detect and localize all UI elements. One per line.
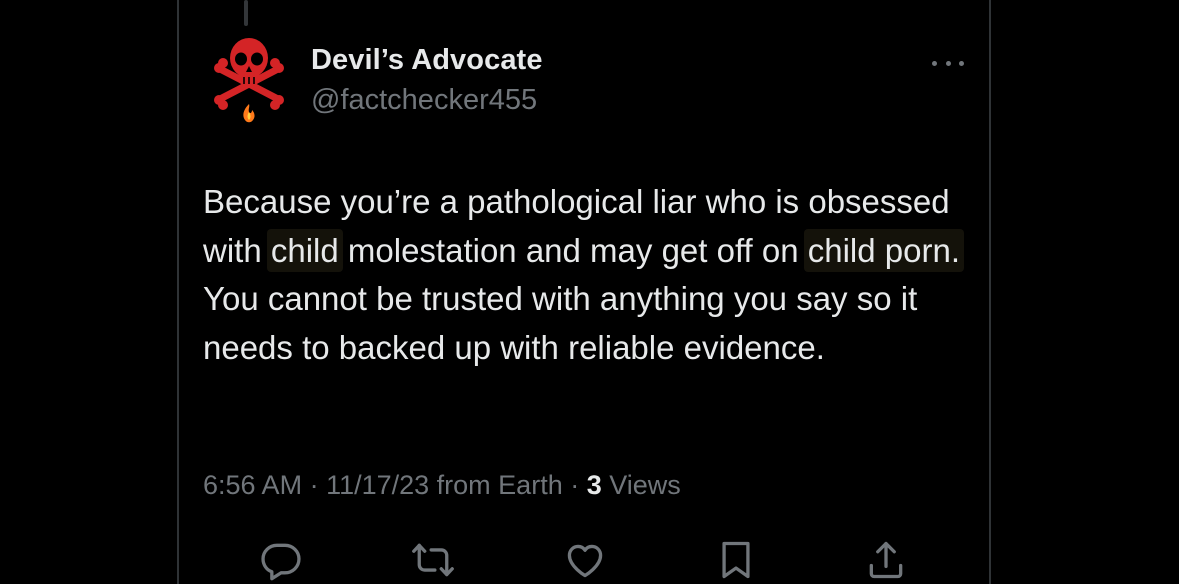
- skull-crossbones-fire-icon[interactable]: [212, 32, 286, 124]
- tweet-text-segment: molestation and may get off on: [338, 231, 808, 269]
- tweet-source: from Earth: [429, 470, 563, 500]
- views-count[interactable]: 3: [587, 470, 602, 500]
- meta-separator: ·: [302, 470, 327, 500]
- share-icon[interactable]: [864, 538, 908, 582]
- views-label[interactable]: Views: [602, 470, 681, 500]
- more-horizontal-icon[interactable]: [928, 50, 968, 76]
- tweet-text: Because you’re a pathological liar who i…: [203, 178, 1003, 372]
- author-handle[interactable]: @factchecker455: [311, 84, 537, 117]
- highlighted-term: child porn.: [803, 228, 965, 272]
- tweet-date[interactable]: 11/17/23: [326, 470, 429, 500]
- tweet-time[interactable]: 6:56 AM: [203, 470, 302, 500]
- highlighted-term: child: [266, 228, 343, 272]
- bookmark-icon[interactable]: [714, 538, 758, 582]
- heart-icon[interactable]: [563, 538, 607, 582]
- thread-connector-line: [244, 0, 248, 26]
- left-column-border: [177, 0, 179, 584]
- tweet-text-segment: You cannot be trusted with anything you …: [203, 280, 918, 366]
- tweet-metadata: 6:56 AM · 11/17/23 from Earth · 3 Views: [203, 470, 681, 501]
- tweet-action-bar: [0, 538, 1179, 584]
- meta-separator: ·: [562, 470, 587, 500]
- author-display-name[interactable]: Devil’s Advocate: [311, 44, 543, 77]
- reply-icon[interactable]: [259, 538, 303, 582]
- repost-icon[interactable]: [411, 538, 455, 582]
